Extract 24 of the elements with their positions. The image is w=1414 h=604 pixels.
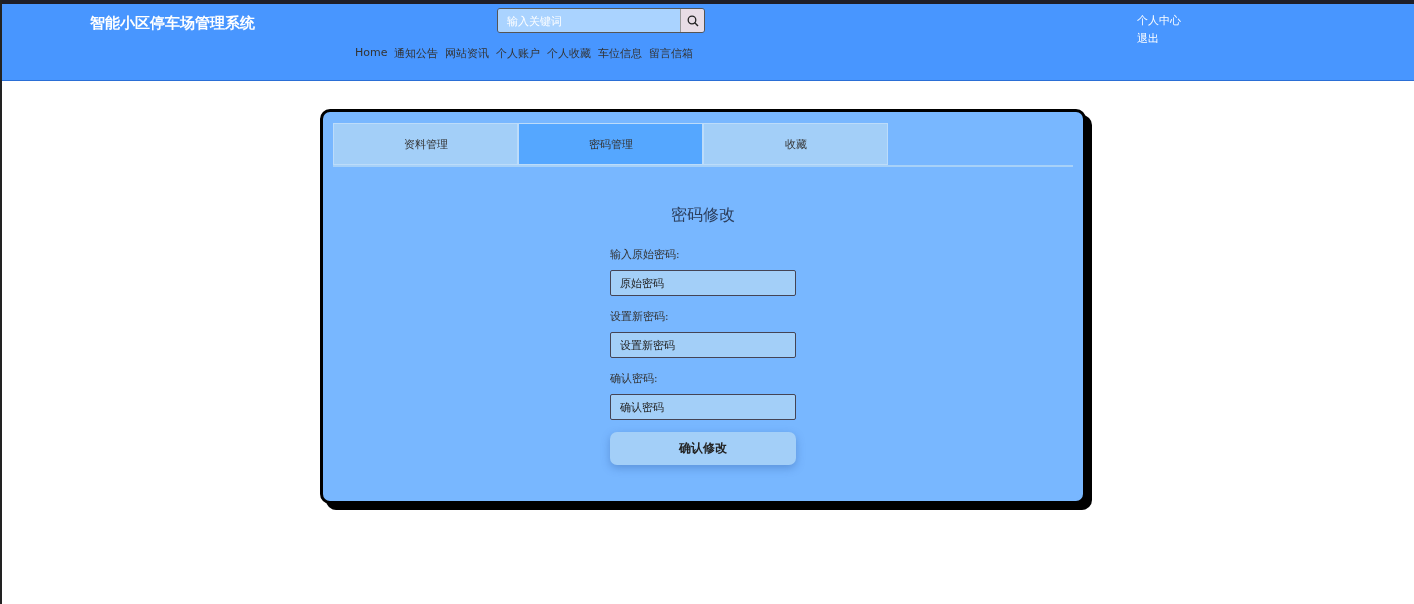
input-field[interactable]: 确认密码: [610, 394, 796, 420]
search-icon: [686, 14, 699, 27]
input-field[interactable]: 设置新密码: [610, 332, 796, 358]
tab[interactable]: 收藏: [703, 123, 888, 165]
nav-link[interactable]: 车位信息: [598, 46, 643, 61]
nav-link[interactable]: Home: [355, 46, 388, 61]
search-field[interactable]: 输入关键词: [497, 8, 705, 33]
nav-link[interactable]: 通知公告: [394, 46, 439, 61]
nav-link[interactable]: 网站资讯: [445, 46, 490, 61]
tab[interactable]: 密码管理: [518, 123, 703, 165]
submit-button[interactable]: 确认修改: [610, 432, 796, 465]
field-label: 设置新密码:: [610, 310, 670, 324]
form-title: 密码修改: [670, 205, 736, 226]
site-title: 智能小区停车场管理系统: [90, 14, 255, 32]
user-link[interactable]: 退出: [1137, 31, 1181, 46]
nav-link[interactable]: 留言信箱: [649, 46, 694, 61]
input-field[interactable]: 原始密码: [610, 270, 796, 296]
user-link[interactable]: 个人中心: [1137, 13, 1181, 28]
tab[interactable]: 资料管理: [333, 123, 518, 165]
field-label: 确认密码:: [610, 372, 659, 386]
nav-link[interactable]: 个人账户: [496, 46, 541, 61]
field-label: 输入原始密码:: [610, 248, 681, 262]
nav-link[interactable]: 个人收藏: [547, 46, 592, 61]
search-button[interactable]: [680, 9, 704, 32]
